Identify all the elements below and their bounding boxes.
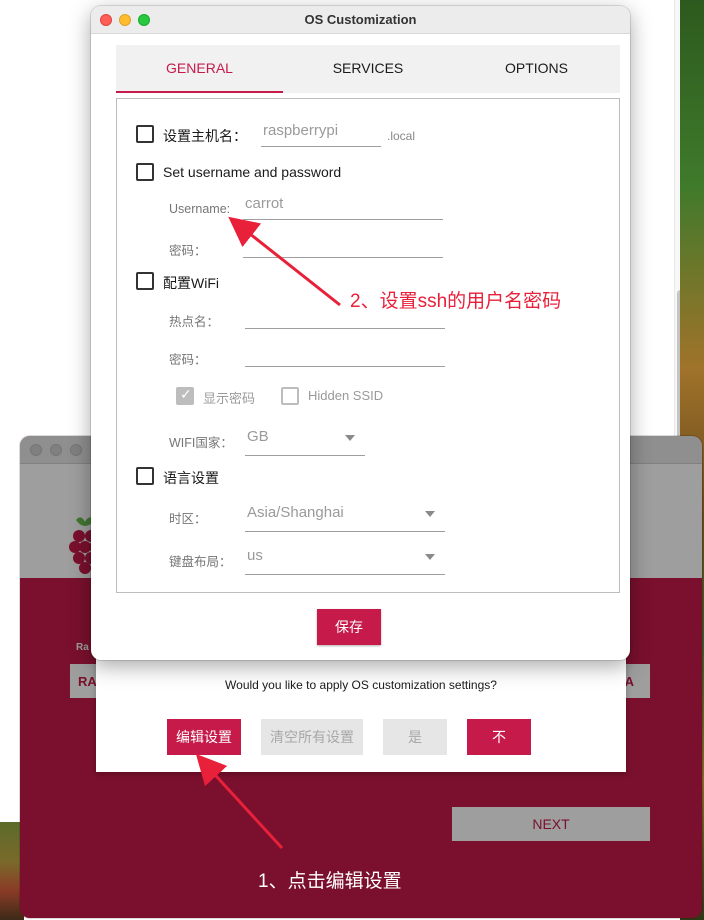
user-password-input[interactable]: [243, 230, 443, 258]
os-customization-window: OS Customization GENERAL SERVICES OPTION…: [91, 6, 630, 660]
hidden-ssid-checkbox[interactable]: [281, 387, 299, 405]
general-settings-panel: 设置主机名： raspberrypi .local Set username a…: [116, 98, 620, 593]
apply-question-text: Would you like to apply OS customization…: [225, 678, 497, 692]
timezone-select[interactable]: Asia/Shanghai: [245, 496, 445, 532]
tab-options[interactable]: OPTIONS: [453, 45, 620, 93]
wifi-country-label: WIFI国家：: [169, 436, 233, 450]
ssid-label: 热点名：: [169, 315, 220, 329]
timezone-label: 时区：: [169, 512, 207, 526]
hidden-ssid-label: Hidden SSID: [308, 388, 384, 403]
wifi-label: 配置WiFi: [163, 275, 219, 291]
user-password-label: 密码：: [169, 244, 207, 258]
chevron-down-icon: [425, 511, 435, 517]
annotation-step2: 2、设置ssh的用户名密码: [350, 291, 562, 312]
tab-general[interactable]: GENERAL: [116, 45, 283, 93]
yes-button[interactable]: 是: [383, 719, 447, 755]
timezone-value: Asia/Shanghai: [247, 504, 344, 521]
edit-settings-button[interactable]: 编辑设置: [167, 719, 241, 755]
wifi-country-value: GB: [247, 428, 269, 445]
chevron-down-icon: [345, 435, 355, 441]
oc-titlebar: OS Customization: [91, 6, 630, 34]
hostname-suffix: .local: [387, 129, 416, 143]
keyboard-value: us: [247, 547, 263, 564]
locale-checkbox[interactable]: [136, 467, 154, 485]
username-label: Username:: [169, 202, 231, 216]
keyboard-select[interactable]: us: [245, 539, 445, 575]
wifi-password-input[interactable]: [245, 339, 445, 367]
checkmark-icon: ✓: [180, 386, 192, 402]
chevron-down-icon: [425, 554, 435, 560]
annotation-step1: 1、点击编辑设置: [258, 871, 402, 892]
wifi-country-select[interactable]: GB: [245, 420, 365, 456]
keyboard-label: 键盘布局：: [169, 555, 232, 569]
save-button[interactable]: 保存: [317, 609, 381, 645]
credentials-label: Set username and password: [163, 164, 342, 180]
show-password-checkbox[interactable]: ✓: [176, 386, 194, 405]
username-input[interactable]: carrot: [243, 192, 443, 220]
hostname-label: 设置主机名：: [163, 128, 247, 144]
hostname-input[interactable]: raspberrypi: [261, 119, 381, 147]
credentials-checkbox[interactable]: [136, 163, 154, 181]
clear-all-settings-button[interactable]: 清空所有设置: [261, 719, 363, 755]
hostname-checkbox[interactable]: [136, 125, 154, 143]
tab-services[interactable]: SERVICES: [283, 45, 453, 93]
wifi-checkbox[interactable]: [136, 272, 154, 290]
wifi-password-label: 密码：: [169, 353, 207, 367]
window-title: OS Customization: [304, 12, 417, 27]
no-button[interactable]: 不: [467, 719, 531, 755]
locale-label: 语言设置: [163, 470, 219, 486]
show-password-label: 显示密码: [203, 391, 256, 406]
